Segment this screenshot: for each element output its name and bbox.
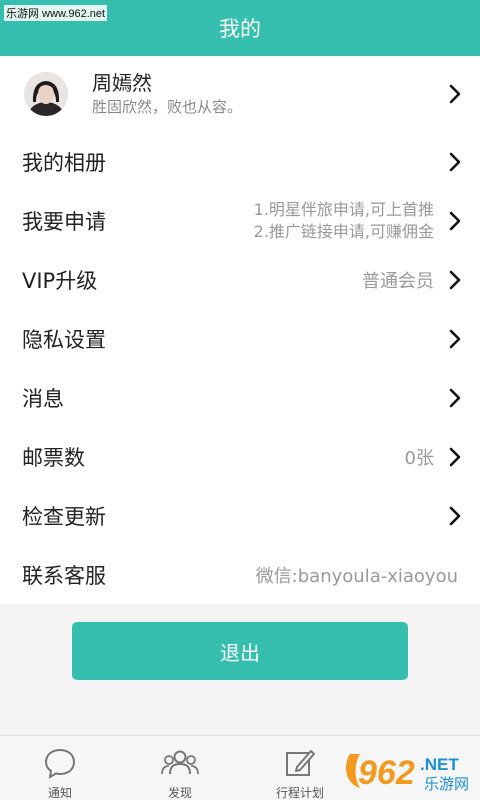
profile-row[interactable]: 周嫣然 胜固欣然，败也从容。 [0,56,480,132]
menu-item-label: 隐私设置 [22,327,106,352]
logo-net-text: .NET [420,755,459,774]
avatar[interactable] [24,72,68,116]
vip-level-value: 普通会员 [362,270,434,292]
apply-line-1: 1.明星伴旅申请,可上首推 [253,199,434,219]
chevron-right-icon [448,210,462,232]
chevron-right-icon [448,505,462,527]
tab-label: 行程计划 [275,786,324,800]
site-watermark: 乐游网 www.962.net [4,5,108,21]
chevron-right-icon [448,151,462,173]
tab-itinerary[interactable]: 行程计划 [240,736,360,800]
menu-item-album[interactable]: 我的相册 [0,132,480,191]
menu-item-apply[interactable]: 我要申请 1.明星伴旅申请,可上首推 2.推广链接申请,可赚佣金 [0,191,480,250]
chevron-right-icon [448,387,462,409]
tab-label: 通知 [47,786,72,800]
edit-note-icon [283,746,317,780]
logo-cn-text: 乐游网 [424,775,469,793]
menu-item-vip[interactable]: VIP升级 普通会员 [0,250,480,309]
tab-discover[interactable]: 发现 [120,736,240,800]
apply-description: 1.明星伴旅申请,可上首推 2.推广链接申请,可赚佣金 [254,199,434,243]
chevron-right-icon [448,328,462,350]
profile-name: 周嫣然 [92,71,152,95]
menu-item-label: 检查更新 [22,504,106,529]
wechat-contact-value: 微信:banyoula-xiaoyou [255,565,458,587]
chevron-right-icon [448,83,462,105]
chevron-right-icon [448,269,462,291]
menu-item-label: 我要申请 [22,209,106,234]
chat-bubble-icon [43,746,77,780]
menu-item-stamps[interactable]: 邮票数 0张 [0,427,480,486]
apply-line-2: 2.推广链接申请,可赚佣金 [253,221,434,241]
menu-item-label: 消息 [22,386,64,411]
menu-item-messages[interactable]: 消息 [0,368,480,427]
chevron-right-icon [448,446,462,468]
logout-button[interactable]: 退出 [72,622,408,680]
menu-item-privacy[interactable]: 隐私设置 [0,309,480,368]
people-icon [161,746,199,780]
stamp-count-value: 0张 [404,447,434,469]
settings-list: 周嫣然 胜固欣然，败也从容。 我的相册 我要申请 1.明星伴旅申请,可上首推 2… [0,56,480,604]
menu-item-label: VIP升级 [22,268,98,293]
watermark-logo: 962 .NET 乐游网 [344,748,474,794]
tab-label: 发现 [167,786,192,800]
menu-item-label: 我的相册 [22,150,106,175]
menu-item-contact-support[interactable]: 联系客服 微信:banyoula-xiaoyou [0,545,480,604]
menu-item-label: 联系客服 [22,563,106,588]
menu-item-label: 邮票数 [22,445,85,470]
logo-962-text: 962 [358,754,415,792]
tab-notifications[interactable]: 通知 [0,736,120,800]
profile-motto: 胜固欣然，败也从容。 [92,98,243,116]
page-title: 我的 [219,17,261,41]
menu-item-check-update[interactable]: 检查更新 [0,486,480,545]
